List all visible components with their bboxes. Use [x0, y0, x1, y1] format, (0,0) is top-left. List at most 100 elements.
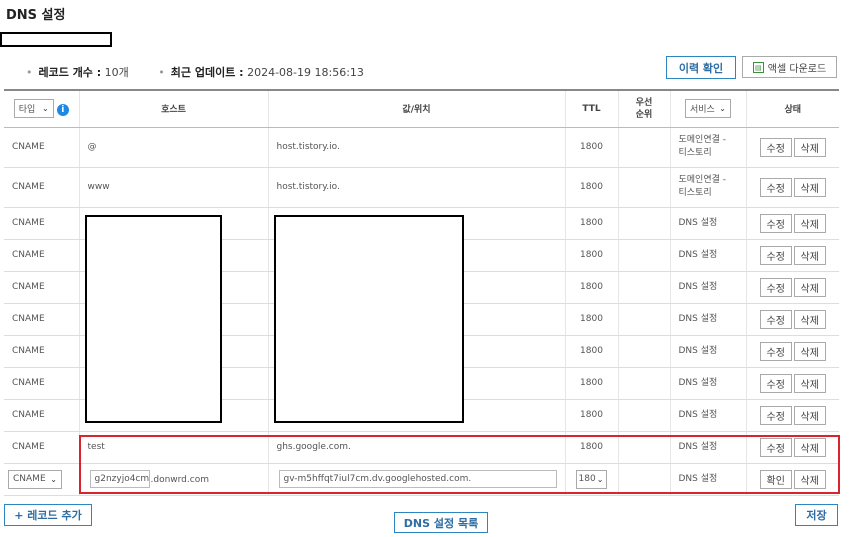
- service-text: DNS 설정: [678, 217, 718, 228]
- service-cell: DNS 설정: [670, 431, 747, 464]
- table-row: CNAME www host.tistory.io. 1800 도메인연결 - 티…: [4, 167, 839, 208]
- service-cell: DNS 설정: [670, 367, 747, 400]
- actions-cell: 수정 삭제: [746, 399, 839, 432]
- type-cell: CNAME: [4, 367, 80, 400]
- ttl-header: TTL: [565, 90, 619, 128]
- type-cell: CNAME: [4, 431, 80, 464]
- spreadsheet-icon: ▤: [752, 61, 764, 73]
- priority-cell: [618, 271, 671, 304]
- actions-cell: 수정 삭제: [746, 167, 839, 208]
- edit-button[interactable]: 수정: [759, 277, 792, 297]
- history-button[interactable]: 이력 확인: [666, 56, 736, 79]
- priority-cell: [618, 335, 671, 368]
- type-cell: CNAME: [4, 303, 80, 336]
- bullet-icon: •: [26, 66, 33, 79]
- service-cell: DNS 설정: [670, 271, 747, 304]
- ttl-cell: 1800: [565, 207, 619, 240]
- value-cell: ghs.google.com.: [268, 431, 566, 464]
- value-cell: host.tistory.io.: [268, 167, 566, 208]
- edit-button[interactable]: 수정: [759, 245, 792, 265]
- host-header: 호스트: [79, 90, 269, 128]
- delete-button[interactable]: 삭제: [793, 213, 826, 233]
- type-cell: CNAME: [4, 167, 80, 208]
- actions-cell: 수정 삭제: [746, 367, 839, 400]
- ttl-select[interactable]: 180 ⌄: [575, 469, 607, 489]
- priority-cell: [618, 207, 671, 240]
- delete-button[interactable]: 삭제: [793, 137, 826, 157]
- service-filter-select[interactable]: 서비스 ⌄: [685, 99, 731, 119]
- add-record-button[interactable]: + 레코드 추가: [4, 504, 92, 526]
- delete-button[interactable]: 삭제: [793, 437, 826, 457]
- service-text: 티스토리: [678, 188, 712, 198]
- edit-button[interactable]: 수정: [759, 437, 792, 457]
- delete-button[interactable]: 삭제: [793, 245, 826, 265]
- excel-download-button[interactable]: ▤ 액셀 다운로드: [742, 56, 837, 78]
- service-text: DNS 설정: [678, 281, 718, 292]
- priority-cell: [618, 431, 671, 464]
- service-header: 서비스 ⌄: [670, 90, 747, 128]
- service-cell: DNS 설정: [670, 207, 747, 240]
- service-cell: 도메인연결 - 티스토리: [670, 167, 747, 208]
- actions-cell: 수정 삭제: [746, 431, 839, 464]
- value-header: 값/위치: [268, 90, 566, 128]
- ttl-cell: 1800: [565, 431, 619, 464]
- edit-button[interactable]: 수정: [759, 373, 792, 393]
- edit-button[interactable]: 수정: [759, 405, 792, 425]
- confirm-button[interactable]: 확인: [759, 469, 792, 489]
- delete-button[interactable]: 삭제: [793, 309, 826, 329]
- edit-button[interactable]: 수정: [759, 309, 792, 329]
- type-cell: CNAME: [4, 335, 80, 368]
- dns-list-button[interactable]: DNS 설정 목록: [394, 512, 488, 533]
- chevron-down-icon: ⌄: [596, 474, 604, 484]
- service-text: DNS 설정: [678, 345, 718, 356]
- actions-cell: 수정 삭제: [746, 127, 839, 168]
- type-cell: CNAME: [4, 239, 80, 272]
- redacted-block: [0, 32, 112, 47]
- edit-button[interactable]: 수정: [759, 213, 792, 233]
- service-cell: DNS 설정: [670, 335, 747, 368]
- ttl-cell: 1800: [565, 399, 619, 432]
- priority-cell: [618, 127, 671, 168]
- type-select[interactable]: CNAME ⌄: [8, 469, 62, 489]
- priority-header: 우선 순위: [618, 90, 671, 128]
- edit-button[interactable]: 수정: [759, 137, 792, 157]
- delete-button[interactable]: 삭제: [793, 277, 826, 297]
- table-header-row: 타입 ⌄ i 호스트 값/위치 TTL 우선 순위 서비스 ⌄ 상태: [4, 90, 839, 128]
- chevron-down-icon: ⌄: [42, 104, 49, 114]
- service-cell: DNS 설정: [670, 399, 747, 432]
- actions-cell: 수정 삭제: [746, 207, 839, 240]
- service-text: 도메인연결 -: [678, 135, 727, 145]
- service-text: 도메인연결 -: [678, 175, 727, 185]
- status-header: 상태: [746, 90, 839, 128]
- actions-cell: 확인 삭제: [746, 463, 839, 496]
- type-cell: CNAME: [4, 271, 80, 304]
- delete-button[interactable]: 삭제: [793, 373, 826, 393]
- type-cell: CNAME: [4, 127, 80, 168]
- table-row: CNAME @ host.tistory.io. 1800 도메인연결 - 티스토…: [4, 127, 839, 168]
- type-cell: CNAME: [4, 207, 80, 240]
- host-input[interactable]: g2nzyjo4cmp: [89, 470, 150, 488]
- delete-button[interactable]: 삭제: [793, 341, 826, 361]
- ttl-cell: 1800: [565, 335, 619, 368]
- value-cell: host.tistory.io.: [268, 127, 566, 168]
- type-filter-select[interactable]: 타입 ⌄: [13, 99, 54, 119]
- delete-button[interactable]: 삭제: [793, 469, 826, 489]
- priority-cell: [618, 463, 671, 496]
- service-cell: DNS 설정: [670, 463, 747, 496]
- ttl-cell: 180 ⌄: [565, 463, 619, 496]
- record-summary: • 레코드 개수 : 10개 • 최근 업데이트 : 2024-08-19 18:5…: [26, 64, 364, 80]
- delete-button[interactable]: 삭제: [793, 405, 826, 425]
- edit-button[interactable]: 수정: [759, 177, 792, 197]
- info-icon[interactable]: i: [56, 103, 69, 116]
- excel-download-label: 액셀 다운로드: [767, 63, 827, 75]
- actions-cell: 수정 삭제: [746, 335, 839, 368]
- chevron-down-icon: ⌄: [719, 104, 726, 114]
- edit-button[interactable]: 수정: [759, 341, 792, 361]
- record-count-value: 10개: [104, 66, 129, 79]
- type-cell: CNAME: [4, 399, 80, 432]
- host-cell: g2nzyjo4cmp.donwrd.com: [79, 463, 269, 496]
- value-input[interactable]: gv-m5hffqt7iul7cm.dv.googlehosted.com.: [278, 470, 557, 488]
- save-button[interactable]: 저장: [795, 504, 838, 526]
- delete-button[interactable]: 삭제: [793, 177, 826, 197]
- service-cell: 도메인연결 - 티스토리: [670, 127, 747, 168]
